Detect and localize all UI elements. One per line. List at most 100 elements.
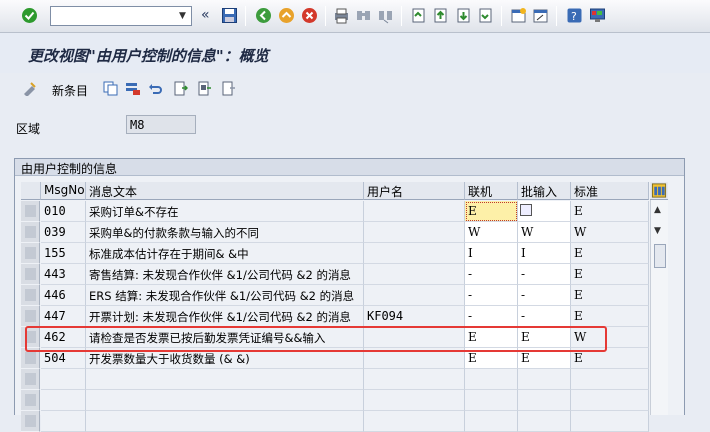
- back-icon[interactable]: [255, 7, 272, 24]
- row-selector[interactable]: [21, 201, 40, 222]
- deselect-all-icon[interactable]: [221, 81, 236, 96]
- message-text-cell: [86, 390, 364, 411]
- scroll-up-icon[interactable]: ▲: [654, 205, 661, 215]
- standard-cell: [571, 390, 649, 411]
- batch-input-cell[interactable]: [518, 201, 571, 222]
- batch-input-cell: [518, 411, 571, 432]
- system-toolbar: ▼ « ?: [0, 0, 710, 33]
- area-label: 区域: [16, 122, 41, 136]
- table-row[interactable]: 443 寄售结算: 未发现合作伙伴 &1/公司代码 &2 的消息 - - E: [21, 264, 649, 285]
- layout-icon[interactable]: [589, 7, 606, 24]
- table-row[interactable]: 010 采购订单&不存在 E E: [21, 201, 649, 222]
- row-selector[interactable]: [21, 390, 40, 411]
- column-header-batch[interactable]: 批输入: [518, 182, 571, 200]
- batch-input-cell[interactable]: -: [518, 306, 571, 327]
- username-cell: [364, 390, 465, 411]
- row-selector[interactable]: [21, 222, 40, 243]
- application-toolbar: 新条目: [0, 73, 710, 103]
- vertical-scrollbar[interactable]: ▲ ▼: [650, 200, 668, 415]
- message-text-cell: 采购订单&不存在: [86, 201, 364, 222]
- select-all-header[interactable]: [21, 182, 41, 200]
- username-cell: [364, 411, 465, 432]
- exit-icon[interactable]: [278, 7, 295, 24]
- batch-input-cell[interactable]: -: [518, 285, 571, 306]
- msgno-cell: 443: [41, 264, 86, 285]
- standard-cell: E: [571, 264, 649, 285]
- last-page-icon[interactable]: [477, 7, 494, 24]
- column-config-icon[interactable]: [650, 182, 668, 200]
- batch-input-cell[interactable]: I: [518, 243, 571, 264]
- online-cell[interactable]: E: [465, 201, 518, 222]
- select-block-icon[interactable]: [197, 81, 212, 96]
- row-selector[interactable]: [21, 369, 40, 390]
- batch-input-cell[interactable]: W: [518, 222, 571, 243]
- table-row[interactable]: [21, 390, 649, 411]
- online-cell[interactable]: W: [465, 222, 518, 243]
- column-header-online[interactable]: 联机: [465, 182, 518, 200]
- new-session-icon[interactable]: [510, 7, 527, 24]
- message-text-cell: ERS 结算: 未发现合作伙伴 &1/公司代码 &2 的消息: [86, 285, 364, 306]
- save-icon[interactable]: [221, 7, 238, 24]
- standard-cell: E: [571, 243, 649, 264]
- username-cell[interactable]: [364, 285, 465, 306]
- column-header-standard[interactable]: 标准: [571, 182, 649, 200]
- delete-icon[interactable]: [125, 81, 140, 96]
- message-text-cell: 开票计划: 未发现合作伙伴 &1/公司代码 &2 的消息: [86, 306, 364, 327]
- help-icon[interactable]: ?: [566, 7, 583, 24]
- online-cell[interactable]: I: [465, 243, 518, 264]
- row-selector[interactable]: [21, 411, 40, 432]
- print-icon[interactable]: [333, 7, 350, 24]
- select-all-icon[interactable]: [173, 81, 188, 96]
- row-selector[interactable]: [21, 285, 40, 306]
- table-row[interactable]: 446 ERS 结算: 未发现合作伙伴 &1/公司代码 &2 的消息 - - E: [21, 285, 649, 306]
- find-next-icon[interactable]: [377, 7, 394, 24]
- online-cell[interactable]: -: [465, 285, 518, 306]
- scroll-thumb[interactable]: [654, 244, 666, 268]
- username-cell[interactable]: [364, 201, 465, 222]
- msgno-cell: 446: [41, 285, 86, 306]
- online-cell: [465, 411, 518, 432]
- standard-cell: [571, 411, 649, 432]
- undo-icon[interactable]: [148, 81, 163, 96]
- batch-input-cell[interactable]: -: [518, 264, 571, 285]
- find-icon[interactable]: [355, 7, 372, 24]
- message-text-cell: 寄售结算: 未发现合作伙伴 &1/公司代码 &2 的消息: [86, 264, 364, 285]
- table-row[interactable]: 155 标准成本估计存在于期间& &中 I I E: [21, 243, 649, 264]
- msgno-cell: [41, 390, 86, 411]
- username-cell[interactable]: [364, 222, 465, 243]
- dropdown-icon[interactable]: ▼: [174, 7, 191, 25]
- online-cell: [465, 369, 518, 390]
- row-selector[interactable]: [21, 243, 40, 264]
- next-page-icon[interactable]: [455, 7, 472, 24]
- check-icon[interactable]: [21, 7, 38, 24]
- table-row[interactable]: [21, 411, 649, 432]
- username-cell[interactable]: [364, 243, 465, 264]
- column-header-text[interactable]: 消息文本: [86, 182, 364, 200]
- message-text-cell: 采购单&的付款条款与输入的不同: [86, 222, 364, 243]
- online-cell[interactable]: -: [465, 306, 518, 327]
- username-cell[interactable]: [364, 264, 465, 285]
- prev-page-icon[interactable]: [432, 7, 449, 24]
- standard-cell: [571, 369, 649, 390]
- message-text-cell: [86, 411, 364, 432]
- shortcut-icon[interactable]: [532, 7, 549, 24]
- new-entries-button[interactable]: 新条目: [52, 82, 88, 99]
- column-header-msgno[interactable]: MsgNo: [41, 182, 86, 200]
- row-selector[interactable]: [21, 306, 40, 327]
- message-text-cell: 标准成本估计存在于期间& &中: [86, 243, 364, 264]
- table-row[interactable]: 447 开票计划: 未发现合作伙伴 &1/公司代码 &2 的消息 KF094- - E: [21, 306, 649, 327]
- first-page-icon[interactable]: [410, 7, 427, 24]
- value-help-icon[interactable]: [520, 204, 532, 216]
- online-cell[interactable]: -: [465, 264, 518, 285]
- table-row[interactable]: 039 采购单&的付款条款与输入的不同 W W W: [21, 222, 649, 243]
- row-selector[interactable]: [21, 264, 40, 285]
- cancel-icon[interactable]: [301, 7, 318, 24]
- display-change-icon[interactable]: [22, 81, 37, 96]
- column-header-user[interactable]: 用户名: [364, 182, 465, 200]
- command-field[interactable]: ▼: [50, 6, 192, 26]
- back-arrows-icon[interactable]: «: [201, 7, 218, 24]
- copy-as-icon[interactable]: [103, 81, 118, 96]
- table-row[interactable]: [21, 369, 649, 390]
- scroll-down-icon[interactable]: ▼: [654, 226, 661, 236]
- username-cell[interactable]: KF094: [364, 306, 465, 327]
